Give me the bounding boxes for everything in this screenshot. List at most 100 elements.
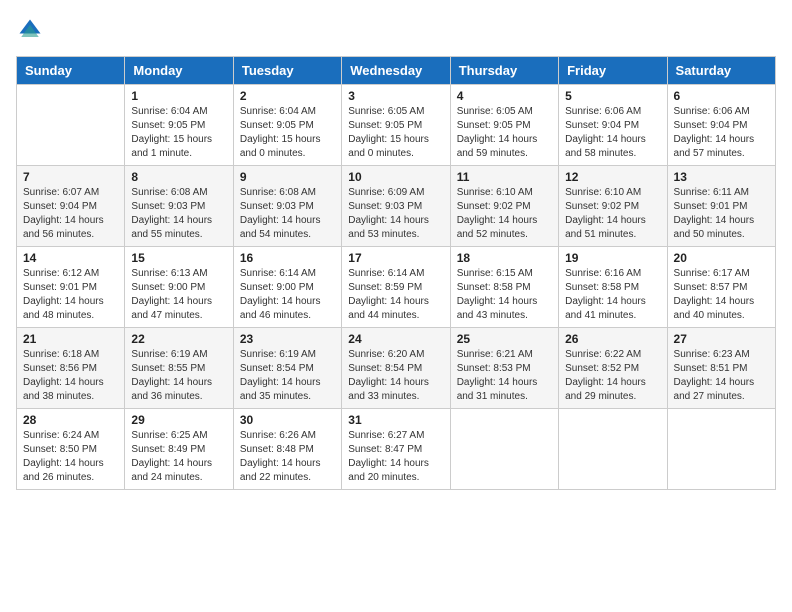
calendar-week-row: 7Sunrise: 6:07 AMSunset: 9:04 PMDaylight… bbox=[17, 166, 776, 247]
day-info: Sunrise: 6:04 AMSunset: 9:05 PMDaylight:… bbox=[240, 105, 335, 161]
daylight-text: Daylight: 14 hours and 24 minutes. bbox=[131, 457, 226, 485]
day-number: 1 bbox=[131, 89, 226, 103]
calendar-cell: 7Sunrise: 6:07 AMSunset: 9:04 PMDaylight… bbox=[17, 166, 125, 247]
day-number: 19 bbox=[565, 251, 660, 265]
sunset-text: Sunset: 9:04 PM bbox=[23, 200, 118, 214]
calendar-cell: 5Sunrise: 6:06 AMSunset: 9:04 PMDaylight… bbox=[559, 85, 667, 166]
sunset-text: Sunset: 8:48 PM bbox=[240, 443, 335, 457]
calendar-week-row: 28 Sunrise: 6:24 AMSunset: 8:50 PM Dayligh… bbox=[17, 409, 776, 490]
daylight-text: Daylight: 14 hours and 35 minutes. bbox=[240, 376, 335, 404]
sunset-text: Sunset: 9:05 PM bbox=[240, 119, 335, 133]
calendar-cell: 29Sunrise: 6:25 AMSunset: 8:49 PMDayligh… bbox=[125, 409, 233, 490]
calendar-cell: 18Sunrise: 6:15 AMSunset: 8:58 PMDayligh… bbox=[450, 247, 558, 328]
day-number: 17 bbox=[348, 251, 443, 265]
day-info: Sunrise: 6:08 AMSunset: 9:03 PMDaylight:… bbox=[131, 186, 226, 242]
sunrise-text: Sunrise: 6:14 AM bbox=[348, 267, 443, 281]
daylight-text: Daylight: 14 hours and 20 minutes. bbox=[348, 457, 443, 485]
sunrise-text: Sunrise: 6:26 AM bbox=[240, 429, 335, 443]
day-number: 21 bbox=[23, 332, 118, 346]
calendar-cell: 8Sunrise: 6:08 AMSunset: 9:03 PMDaylight… bbox=[125, 166, 233, 247]
day-number: 24 bbox=[348, 332, 443, 346]
calendar-cell bbox=[667, 409, 775, 490]
day-info: Sunrise: 6:18 AMSunset: 8:56 PMDaylight:… bbox=[23, 348, 118, 404]
daylight-text: Daylight: 14 hours and 59 minutes. bbox=[457, 133, 552, 161]
sunrise-text: Sunrise: 6:12 AM bbox=[23, 267, 118, 281]
daylight-text: Daylight: 15 hours and 0 minutes. bbox=[240, 133, 335, 161]
day-info: Sunrise: 6:08 AMSunset: 9:03 PMDaylight:… bbox=[240, 186, 335, 242]
day-number: 15 bbox=[131, 251, 226, 265]
day-number: 6 bbox=[674, 89, 769, 103]
sunset-text: Sunset: 9:03 PM bbox=[240, 200, 335, 214]
weekday-header-tuesday: Tuesday bbox=[233, 57, 341, 85]
day-info: Sunrise: 6:16 AMSunset: 8:58 PMDaylight:… bbox=[565, 267, 660, 323]
sunrise-text: Sunrise: 6:19 AM bbox=[131, 348, 226, 362]
day-info: Sunrise: 6:19 AMSunset: 8:54 PMDaylight:… bbox=[240, 348, 335, 404]
day-number: 16 bbox=[240, 251, 335, 265]
sunset-text: Sunset: 8:54 PM bbox=[240, 362, 335, 376]
calendar-cell: 21 Sunrise: 6:18 AMSunset: 8:56 PMDayligh… bbox=[17, 328, 125, 409]
calendar-cell: 31Sunrise: 6:27 AMSunset: 8:47 PMDayligh… bbox=[342, 409, 450, 490]
daylight-text: Daylight: 14 hours and 36 minutes. bbox=[131, 376, 226, 404]
daylight-text: Daylight: 15 hours and 0 minutes. bbox=[348, 133, 443, 161]
sunset-text: Sunset: 8:50 PM bbox=[23, 443, 118, 457]
day-number: 9 bbox=[240, 170, 335, 184]
sunrise-text: Sunrise: 6:06 AM bbox=[565, 105, 660, 119]
day-number: 12 bbox=[565, 170, 660, 184]
daylight-text: Daylight: 14 hours and 53 minutes. bbox=[348, 214, 443, 242]
day-number: 10 bbox=[348, 170, 443, 184]
page-header bbox=[16, 16, 776, 44]
sunset-text: Sunset: 8:59 PM bbox=[348, 281, 443, 295]
sunrise-text: Sunrise: 6:14 AM bbox=[240, 267, 335, 281]
calendar-cell bbox=[17, 85, 125, 166]
calendar-cell: 17 Sunrise: 6:14 AMSunset: 8:59 PMDayligh… bbox=[342, 247, 450, 328]
sunrise-text: Sunrise: 6:10 AM bbox=[457, 186, 552, 200]
sunset-text: Sunset: 9:01 PM bbox=[23, 281, 118, 295]
sunset-text: Sunset: 9:00 PM bbox=[240, 281, 335, 295]
daylight-text: Daylight: 14 hours and 40 minutes. bbox=[674, 295, 769, 323]
calendar-cell: 20Sunrise: 6:17 AMSunset: 8:57 PMDayligh… bbox=[667, 247, 775, 328]
day-number: 13 bbox=[674, 170, 769, 184]
day-info: Sunrise: 6:11 AMSunset: 9:01 PMDaylight:… bbox=[674, 186, 769, 242]
sunrise-text: Sunrise: 6:05 AM bbox=[457, 105, 552, 119]
sunrise-text: Sunrise: 6:05 AM bbox=[348, 105, 443, 119]
calendar-cell: 23Sunrise: 6:19 AMSunset: 8:54 PMDayligh… bbox=[233, 328, 341, 409]
sunset-text: Sunset: 9:03 PM bbox=[131, 200, 226, 214]
daylight-text: Daylight: 14 hours and 29 minutes. bbox=[565, 376, 660, 404]
sunrise-text: Sunrise: 6:23 AM bbox=[674, 348, 769, 362]
sunrise-text: Sunrise: 6:16 AM bbox=[565, 267, 660, 281]
calendar-table: SundayMondayTuesdayWednesdayThursdayFrid… bbox=[16, 56, 776, 490]
calendar-cell: 2Sunrise: 6:04 AMSunset: 9:05 PMDaylight… bbox=[233, 85, 341, 166]
sunrise-text: Sunrise: 6:19 AM bbox=[240, 348, 335, 362]
daylight-text: Daylight: 14 hours and 57 minutes. bbox=[674, 133, 769, 161]
sunset-text: Sunset: 8:58 PM bbox=[565, 281, 660, 295]
day-info: Sunrise: 6:15 AMSunset: 8:58 PMDaylight:… bbox=[457, 267, 552, 323]
day-info: Sunrise: 6:17 AMSunset: 8:57 PMDaylight:… bbox=[674, 267, 769, 323]
sunrise-text: Sunrise: 6:18 AM bbox=[23, 348, 118, 362]
sunset-text: Sunset: 9:00 PM bbox=[131, 281, 226, 295]
weekday-header-wednesday: Wednesday bbox=[342, 57, 450, 85]
calendar-cell: 12Sunrise: 6:10 AMSunset: 9:02 PMDayligh… bbox=[559, 166, 667, 247]
day-number: 14 bbox=[23, 251, 118, 265]
daylight-text: Daylight: 14 hours and 52 minutes. bbox=[457, 214, 552, 242]
calendar-cell bbox=[450, 409, 558, 490]
day-info: Sunrise: 6:10 AMSunset: 9:02 PMDaylight:… bbox=[457, 186, 552, 242]
daylight-text: Daylight: 14 hours and 44 minutes. bbox=[348, 295, 443, 323]
day-number: 26 bbox=[565, 332, 660, 346]
sunset-text: Sunset: 8:47 PM bbox=[348, 443, 443, 457]
day-info: Sunrise: 6:20 AMSunset: 8:54 PMDaylight:… bbox=[348, 348, 443, 404]
day-number: 27 bbox=[674, 332, 769, 346]
day-info: Sunrise: 6:27 AMSunset: 8:47 PMDaylight:… bbox=[348, 429, 443, 485]
sunrise-text: Sunrise: 6:21 AM bbox=[457, 348, 552, 362]
calendar-cell: 4Sunrise: 6:05 AMSunset: 9:05 PMDaylight… bbox=[450, 85, 558, 166]
calendar-week-row: 14 Sunrise: 6:12 AMSunset: 9:01 PM Dayligh… bbox=[17, 247, 776, 328]
sunrise-text: Sunrise: 6:08 AM bbox=[131, 186, 226, 200]
daylight-text: Daylight: 14 hours and 58 minutes. bbox=[565, 133, 660, 161]
weekday-header-saturday: Saturday bbox=[667, 57, 775, 85]
weekday-header-friday: Friday bbox=[559, 57, 667, 85]
weekday-header-monday: Monday bbox=[125, 57, 233, 85]
sunset-text: Sunset: 8:53 PM bbox=[457, 362, 552, 376]
day-number: 28 bbox=[23, 413, 118, 427]
sunrise-text: Sunrise: 6:24 AM bbox=[23, 429, 118, 443]
sunrise-text: Sunrise: 6:04 AM bbox=[131, 105, 226, 119]
daylight-text: Daylight: 14 hours and 38 minutes. bbox=[23, 376, 118, 404]
